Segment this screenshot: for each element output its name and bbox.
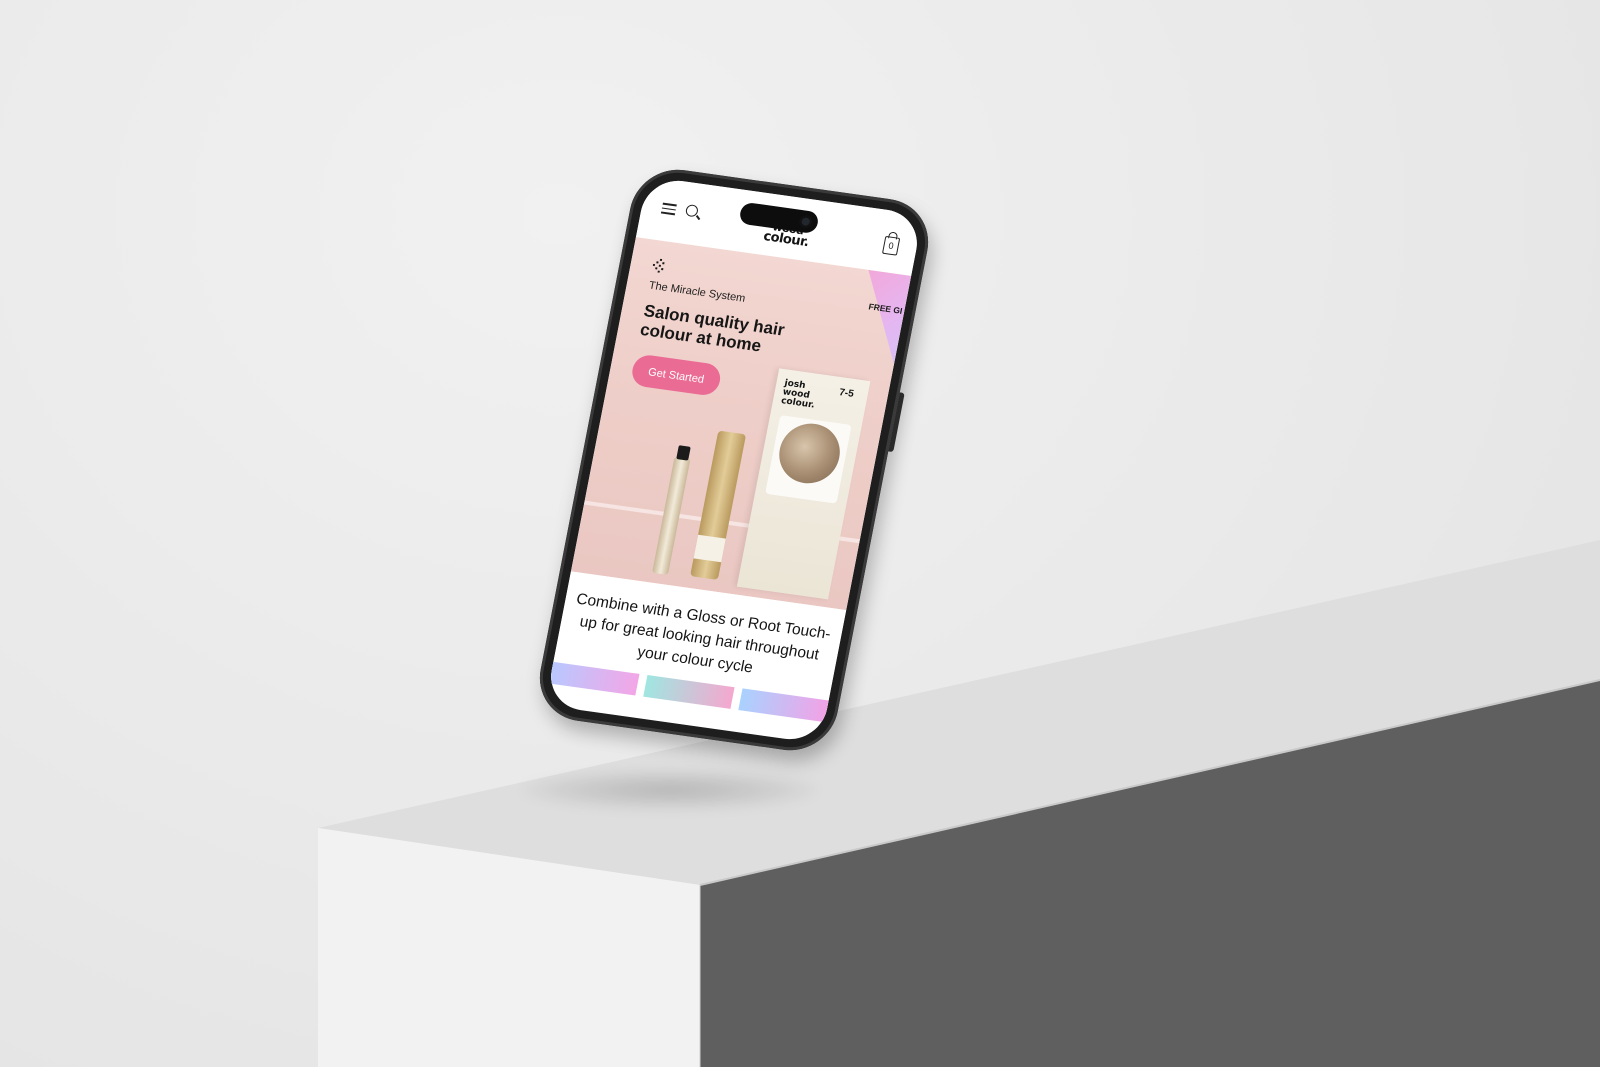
- search-icon[interactable]: [684, 203, 700, 218]
- bag-count: 0: [887, 240, 895, 252]
- hero-eyebrow: The Miracle System: [647, 279, 747, 305]
- shopping-bag-icon[interactable]: 0: [881, 235, 901, 256]
- product-tube-gold: [690, 430, 747, 580]
- hamburger-icon[interactable]: [660, 202, 677, 216]
- gradient-tile[interactable]: [549, 661, 640, 696]
- hair-swatch: [765, 415, 852, 504]
- get-started-button[interactable]: Get Started: [629, 353, 723, 397]
- product-box-shade: 7-5: [838, 387, 855, 400]
- hero-title: Salon quality hair colour at home: [638, 301, 787, 356]
- sparkle-icon: [652, 258, 665, 273]
- product-box-brand: josh wood colour.: [780, 378, 816, 411]
- gradient-tile[interactable]: [737, 688, 829, 723]
- product-box: josh wood colour. 7-5: [736, 368, 871, 600]
- hero-banner: FREE GI SHO NO The Miracle System Salon …: [570, 237, 912, 611]
- phone-shadow: [520, 770, 820, 810]
- camera-icon: [798, 214, 813, 229]
- gradient-tile[interactable]: [643, 675, 735, 709]
- hair-swatch-image: [774, 419, 845, 488]
